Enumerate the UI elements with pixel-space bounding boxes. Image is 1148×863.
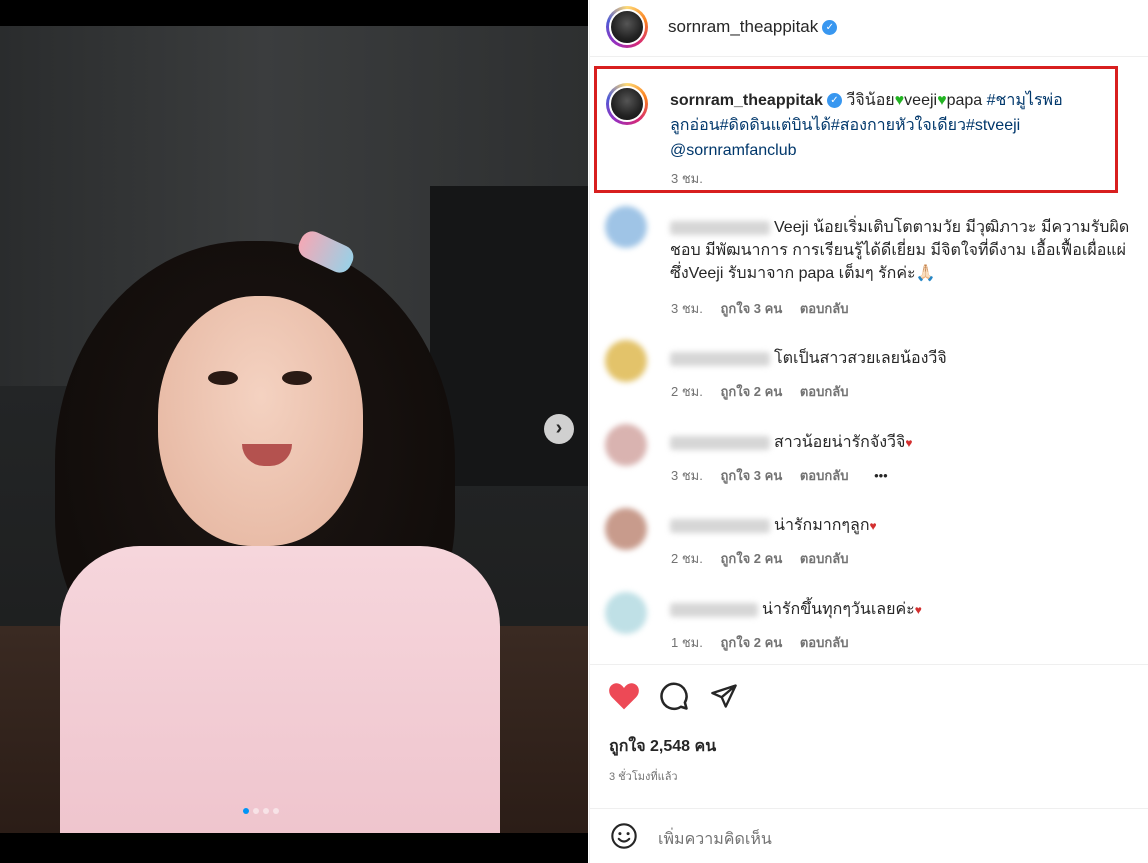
heart-filled-icon[interactable] [608,681,640,711]
carousel-dot [253,808,259,814]
photo-eye-right [282,371,312,385]
post-media-panel: › [0,0,588,863]
comment-time[interactable]: 1 ชม. [671,635,703,650]
comment-text: โตเป็นสาวสวยเลยน้องวีจิ [670,347,1140,370]
commenter-avatar[interactable] [605,424,647,466]
comment-meta: 3 ชม. ถูกใจ 3 คน ตอบกลับ ••• [671,465,888,486]
commenter-username[interactable] [670,518,770,533]
comment-time[interactable]: 2 ชม. [671,551,703,566]
caption-part-b: veeji [904,92,938,109]
comment-meta: 2 ชม. ถูกใจ 2 คน ตอบกลับ [671,548,848,569]
author-avatar[interactable] [606,6,648,48]
post-photo[interactable] [0,26,588,833]
green-heart-icon: ♥ [937,92,947,109]
comment-likes[interactable]: ถูกใจ 2 คน [720,384,782,399]
reply-button[interactable]: ตอบกลับ [800,551,849,566]
comment-text: Veeji น้อยเริ่มเติบโตตามวัย มีวุฒิภาวะ ม… [670,219,1130,282]
commenter-username[interactable] [670,602,758,617]
carousel-dots [243,808,279,814]
carousel-next-button[interactable]: › [544,414,574,444]
comment-meta: 2 ชม. ถูกใจ 2 คน ตอบกลับ [671,381,848,402]
reply-button[interactable]: ตอบกลับ [800,468,849,483]
caption-author-avatar[interactable] [606,83,648,125]
comment-likes[interactable]: ถูกใจ 3 คน [720,301,782,316]
photo-eye-left [208,371,238,385]
caption-part-a: วีจิน้อย [846,92,895,109]
comment-likes[interactable]: ถูกใจ 2 คน [720,635,782,650]
caption-time[interactable]: 3 ชม. [671,168,703,189]
smiley-icon[interactable] [610,822,638,850]
header-username[interactable]: sornram_theappitak ✓ [668,17,838,37]
add-comment-input[interactable]: เพิ่มความคิดเห็น [658,827,772,852]
hashtag-links[interactable]: ลูกอ่อน#ดิดดินแต่บินได้#สองกายหัวใจเดียว… [670,117,1020,134]
paper-plane-icon[interactable] [709,682,739,710]
reply-button[interactable]: ตอบกลับ [800,384,849,399]
commenter-avatar[interactable] [605,508,647,550]
add-comment-divider [589,808,1148,809]
caption-part-c: papa [946,92,983,109]
photo-subject-face [158,296,363,546]
verified-badge-icon: ✓ [826,93,842,109]
caption-username[interactable]: sornram_theappitak [670,92,823,109]
comment-likes[interactable]: ถูกใจ 3 คน [720,468,782,483]
commenter-avatar[interactable] [605,206,647,248]
comment-bubble-icon[interactable] [659,681,689,711]
red-heart-icon: ♥ [914,603,922,617]
photo-subject-shirt [60,546,500,833]
comment-text: สาวน้อยน่ารักจังวีจิ♥ [670,431,1140,455]
comment-meta: 1 ชม. ถูกใจ 2 คน ตอบกลับ [671,632,848,653]
carousel-dot [273,808,279,814]
comment-time[interactable]: 3 ชม. [671,468,703,483]
commenter-avatar[interactable] [605,340,647,382]
mention-link[interactable]: @sornramfanclub [670,142,797,159]
comment-text: น่ารักมากๆลูก♥ [670,514,1140,538]
comment-likes[interactable]: ถูกใจ 2 คน [720,551,782,566]
reply-button[interactable]: ตอบกลับ [800,301,849,316]
commenter-username[interactable] [670,435,770,450]
red-heart-icon: ♥ [905,436,913,450]
carousel-dot [243,808,249,814]
more-options-icon[interactable]: ••• [874,468,888,483]
comment-meta: 3 ชม. ถูกใจ 3 คน ตอบกลับ [671,298,848,319]
reply-button[interactable]: ตอบกลับ [800,635,849,650]
carousel-dot [263,808,269,814]
commenter-avatar[interactable] [605,592,647,634]
hashtag-link[interactable]: #ชามูไรพ่อ [987,92,1063,109]
post-time[interactable]: 3 ชั่วโมงที่แล้ว [609,767,678,785]
verified-badge-icon: ✓ [822,20,838,36]
caption-text: sornram_theappitak ✓ วีจิน้อย♥veeji♥papa … [670,88,1115,163]
red-heart-icon: ♥ [869,519,877,533]
green-heart-icon: ♥ [894,92,905,109]
comment-time[interactable]: 3 ชม. [671,301,703,316]
commenter-username[interactable] [670,351,770,366]
comment-text: น่ารักขึ้นทุกๆวันเลยค่ะ♥ [670,598,1140,622]
likes-count[interactable]: ถูกใจ 2,548 คน [609,734,716,759]
action-bar-divider [589,664,1148,665]
comment-time[interactable]: 2 ชม. [671,384,703,399]
commenter-username[interactable] [670,220,770,235]
